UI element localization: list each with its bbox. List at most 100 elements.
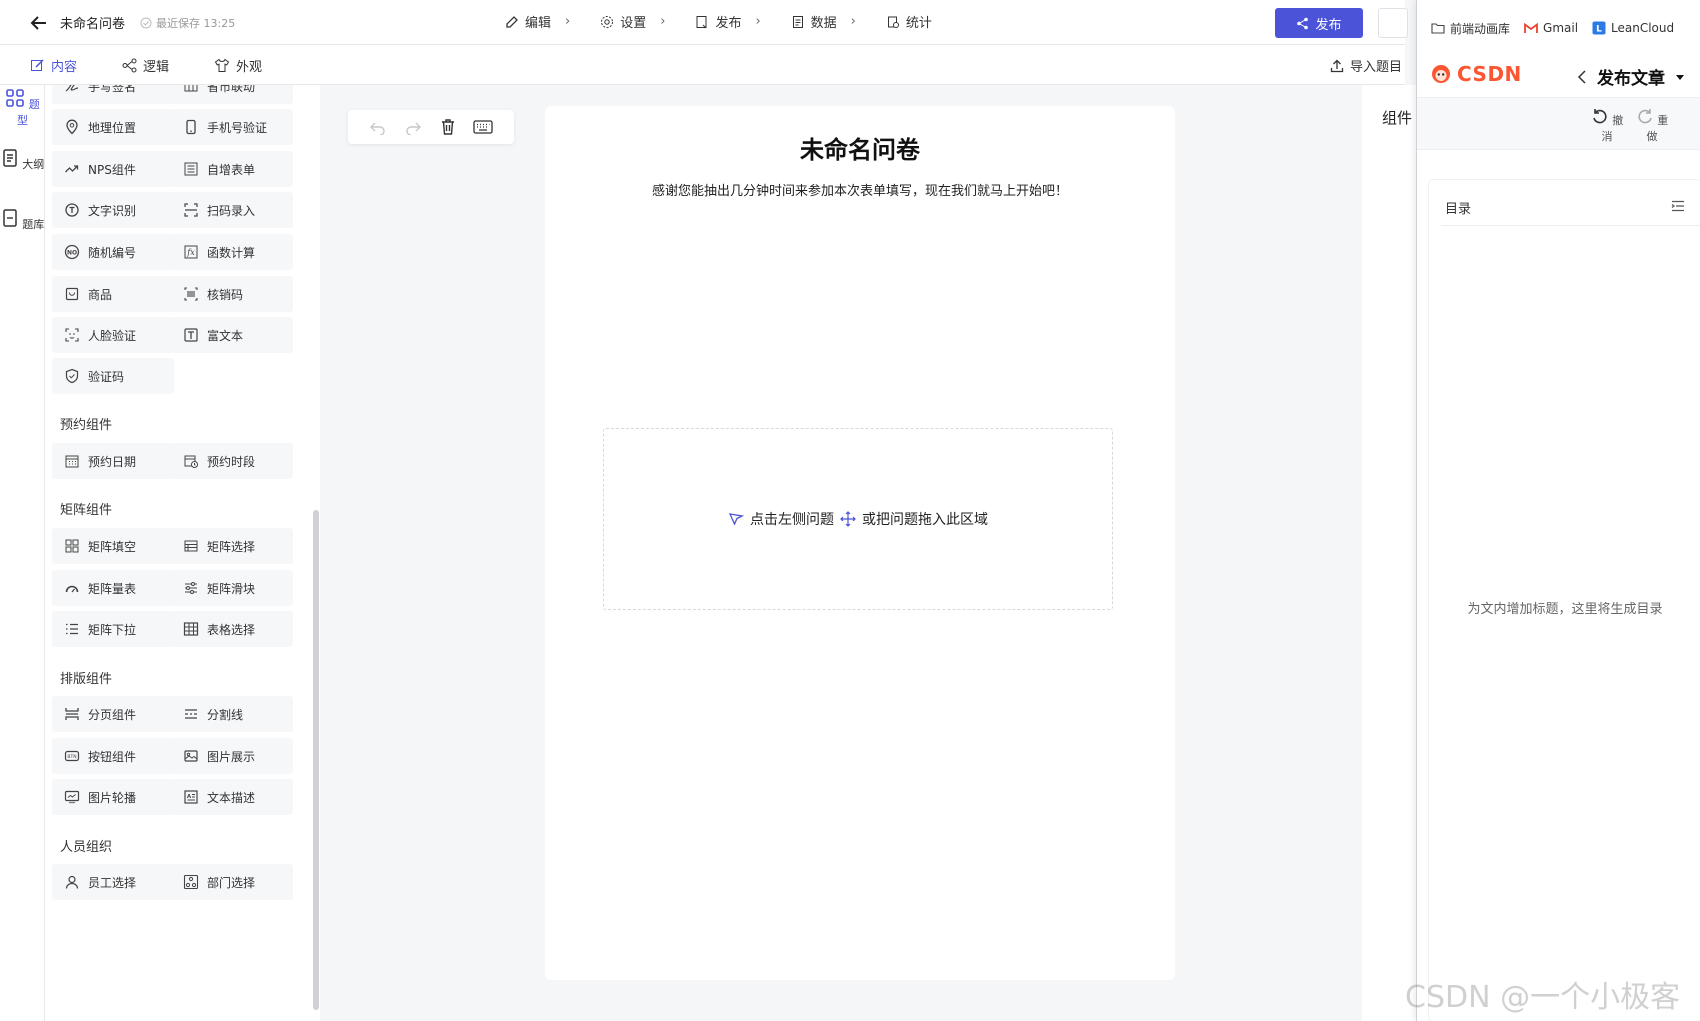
component-pagination[interactable]: 分页组件 (52, 696, 174, 732)
component-matrix-scale[interactable]: 矩阵量表 (52, 570, 174, 606)
component-redeem-code[interactable]: 核销码 (171, 276, 293, 312)
component-label: 函数计算 (207, 245, 256, 260)
preview-button[interactable] (1378, 8, 1408, 38)
publish-icon (695, 15, 709, 29)
trash-icon[interactable] (440, 118, 456, 136)
component-employee-select[interactable]: 员工选择 (52, 864, 174, 900)
step-data[interactable]: 数据 › (791, 12, 856, 31)
rail-item-question-types[interactable]: 题型 (0, 88, 45, 128)
question-dropzone[interactable]: 点击左侧问题 或把问题拖入此区域 (603, 428, 1113, 610)
rail-item-outline[interactable]: 大纲 (0, 148, 45, 172)
component-text-description[interactable]: A 文本描述 (171, 779, 293, 815)
publish-button[interactable]: 发布 (1275, 8, 1363, 38)
redo-icon[interactable] (404, 119, 422, 135)
matrix-grid-icon (64, 538, 80, 554)
component-phone-verify[interactable]: 手机号验证 (171, 109, 293, 145)
bookmark-label: Gmail (1543, 21, 1579, 35)
step-stats[interactable]: 统计 (886, 12, 932, 31)
component-department-select[interactable]: 部门选择 (171, 864, 293, 900)
component-auto-form[interactable]: 自增表单 (171, 151, 293, 187)
csdn-publish-nav[interactable]: 发布文章 (1577, 64, 1685, 89)
step-settings[interactable]: 设置 › (600, 12, 665, 31)
component-cascade[interactable]: 省市联动 (171, 85, 293, 104)
component-label: 按钮组件 (88, 749, 137, 764)
tab-content[interactable]: 内容 (30, 56, 77, 75)
tab-appearance-label: 外观 (236, 60, 263, 75)
barcode-icon (183, 286, 199, 302)
caret-down-icon (1675, 73, 1685, 81)
csdn-editor-tools: 撤消 重做 (1417, 98, 1700, 150)
chevron-left-icon (1577, 69, 1587, 84)
component-label: 地理位置 (88, 120, 137, 135)
move-icon (840, 511, 856, 527)
component-function[interactable]: fx 函数计算 (171, 234, 293, 270)
rail-item-label: 题库 (22, 218, 45, 231)
trend-icon (64, 161, 80, 177)
bookmark-animation-lib[interactable]: 前端动画库 (1431, 20, 1510, 37)
list-icon (64, 621, 80, 637)
bookmark-gmail[interactable]: Gmail (1524, 21, 1578, 35)
component-image-display[interactable]: 图片展示 (171, 738, 293, 774)
component-ocr[interactable]: 文字识别 (52, 192, 174, 228)
component-signature[interactable]: 手写签名 (52, 85, 174, 104)
component-scan[interactable]: 扫码录入 (171, 192, 293, 228)
component-rich-text[interactable]: 富文本 (171, 317, 293, 353)
settings-panel: 组件 (1362, 85, 1422, 1021)
component-label: NPS组件 (88, 162, 136, 177)
tab-content-label: 内容 (51, 60, 78, 75)
tab-appearance[interactable]: 外观 (214, 56, 262, 75)
step-publish[interactable]: 发布 › (695, 12, 761, 31)
bookmark-leancloud[interactable]: L LeanCloud (1592, 21, 1674, 35)
back-arrow-icon[interactable] (28, 12, 50, 34)
component-matrix-slider[interactable]: 矩阵滑块 (171, 570, 293, 606)
csdn-undo-button[interactable]: 撤消 (1587, 106, 1627, 144)
component-button[interactable]: BTN 按钮组件 (52, 738, 174, 774)
leancloud-icon: L (1592, 21, 1606, 35)
undo-icon[interactable] (369, 119, 387, 135)
component-matrix-select[interactable]: 矩阵选择 (171, 528, 293, 564)
number-icon: NO (64, 244, 80, 260)
csdn-redo-button[interactable]: 重做 (1632, 106, 1672, 144)
csdn-toc-title: 目录 (1445, 202, 1472, 217)
rail-item-question-bank[interactable]: 题库 (0, 208, 45, 232)
component-label: 文字识别 (88, 203, 137, 218)
component-booking-date[interactable]: 预约日期 (52, 443, 174, 479)
import-questions-button[interactable]: 导入题目 (1330, 56, 1402, 75)
component-nps[interactable]: NPS组件 (52, 151, 174, 187)
component-label: 人脸验证 (88, 328, 137, 343)
csdn-logo[interactable]: CSDN (1429, 62, 1522, 86)
chevron-right-icon: › (755, 14, 761, 29)
edit-icon (30, 58, 45, 73)
component-carousel[interactable]: 图片轮播 (52, 779, 174, 815)
component-location[interactable]: 地理位置 (52, 109, 174, 145)
component-label: 预约时段 (207, 454, 256, 469)
component-table-select[interactable]: 表格选择 (171, 611, 293, 647)
toc-collapse-icon[interactable] (1671, 200, 1685, 212)
group-title-personnel: 人员组织 (60, 840, 113, 855)
function-icon: fx (183, 244, 199, 260)
step-settings-label: 设置 (620, 16, 647, 31)
component-label: 分页组件 (88, 707, 137, 722)
step-edit[interactable]: 编辑 › (505, 12, 570, 31)
component-divider[interactable]: 分割线 (171, 696, 293, 732)
tab-logic[interactable]: 逻辑 (122, 56, 169, 75)
chevron-right-icon: › (660, 14, 666, 29)
component-product[interactable]: 商品 (52, 276, 174, 312)
form-description[interactable]: 感谢您能抽出几分钟时间来参加本次表单填写，现在我们就马上开始吧！ (545, 180, 1175, 199)
component-random-number[interactable]: NO 随机编号 (52, 234, 174, 270)
keyboard-icon[interactable] (473, 120, 493, 134)
form-title[interactable]: 未命名问卷 (545, 130, 1175, 165)
component-face-verify[interactable]: 人脸验证 (52, 317, 174, 353)
chevron-right-icon: › (565, 14, 571, 29)
save-status: 最近保存 13:25 (140, 15, 235, 31)
edit-icon (505, 15, 519, 29)
user-icon (64, 874, 80, 890)
panel-scrollbar-thumb[interactable] (313, 510, 319, 1010)
component-booking-slot[interactable]: 预约时段 (171, 443, 293, 479)
shield-icon (64, 368, 80, 384)
component-captcha[interactable]: 验证码 (52, 358, 174, 394)
component-matrix-fill[interactable]: 矩阵填空 (52, 528, 174, 564)
calendar-icon (64, 453, 80, 469)
form-card: 未命名问卷 感谢您能抽出几分钟时间来参加本次表单填写，现在我们就马上开始吧！ 点… (545, 106, 1175, 980)
component-matrix-dropdown[interactable]: 矩阵下拉 (52, 611, 174, 647)
